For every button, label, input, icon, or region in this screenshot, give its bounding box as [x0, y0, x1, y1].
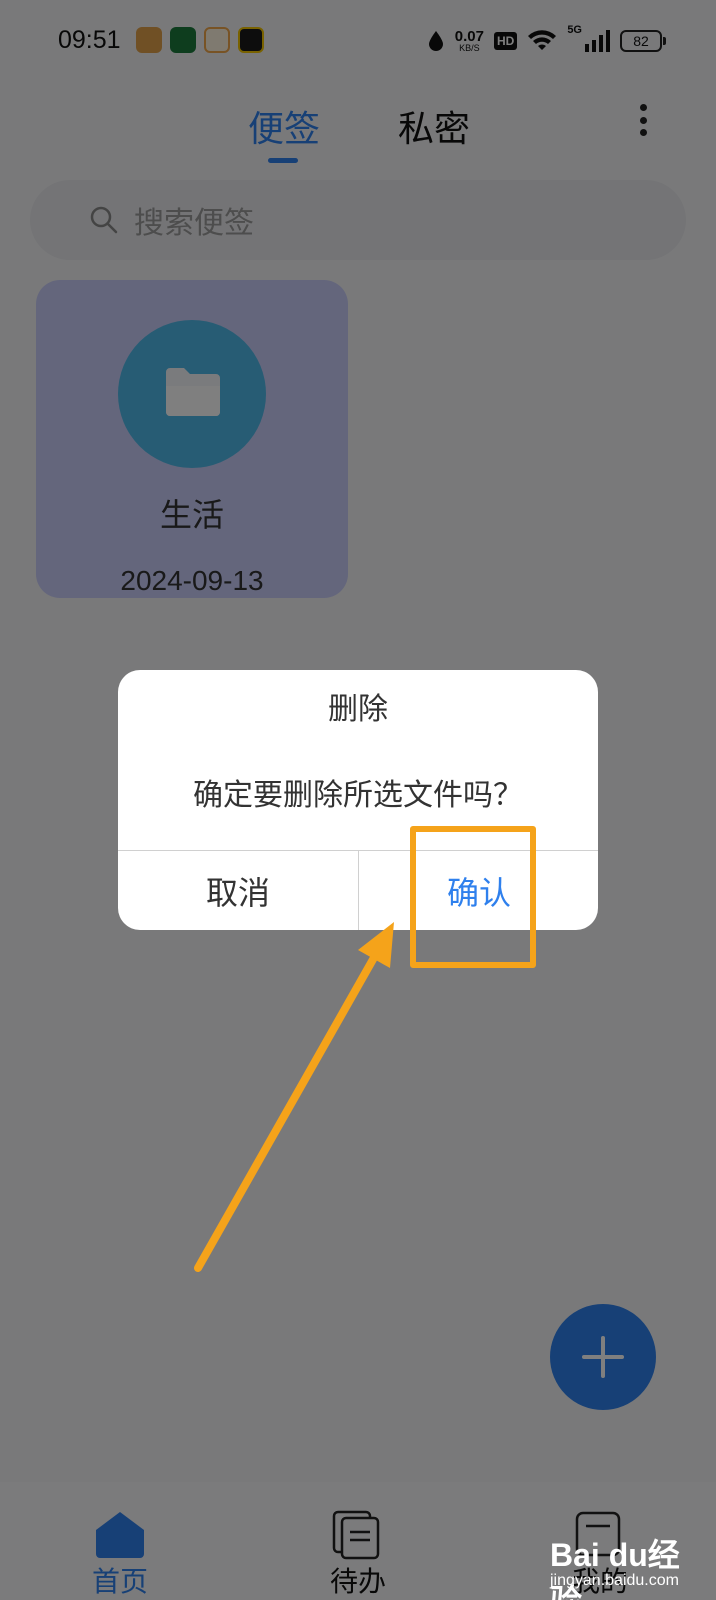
watermark-logo: Bai du经验 jingyan.baidu.com	[550, 1520, 710, 1600]
cancel-button[interactable]: 取消	[118, 851, 358, 930]
watermark-url: jingyan.baidu.com	[550, 1572, 679, 1589]
dialog-message: 确定要删除所选文件吗？	[193, 778, 523, 813]
dialog-title: 删除	[328, 692, 388, 727]
highlight-box	[410, 826, 536, 968]
